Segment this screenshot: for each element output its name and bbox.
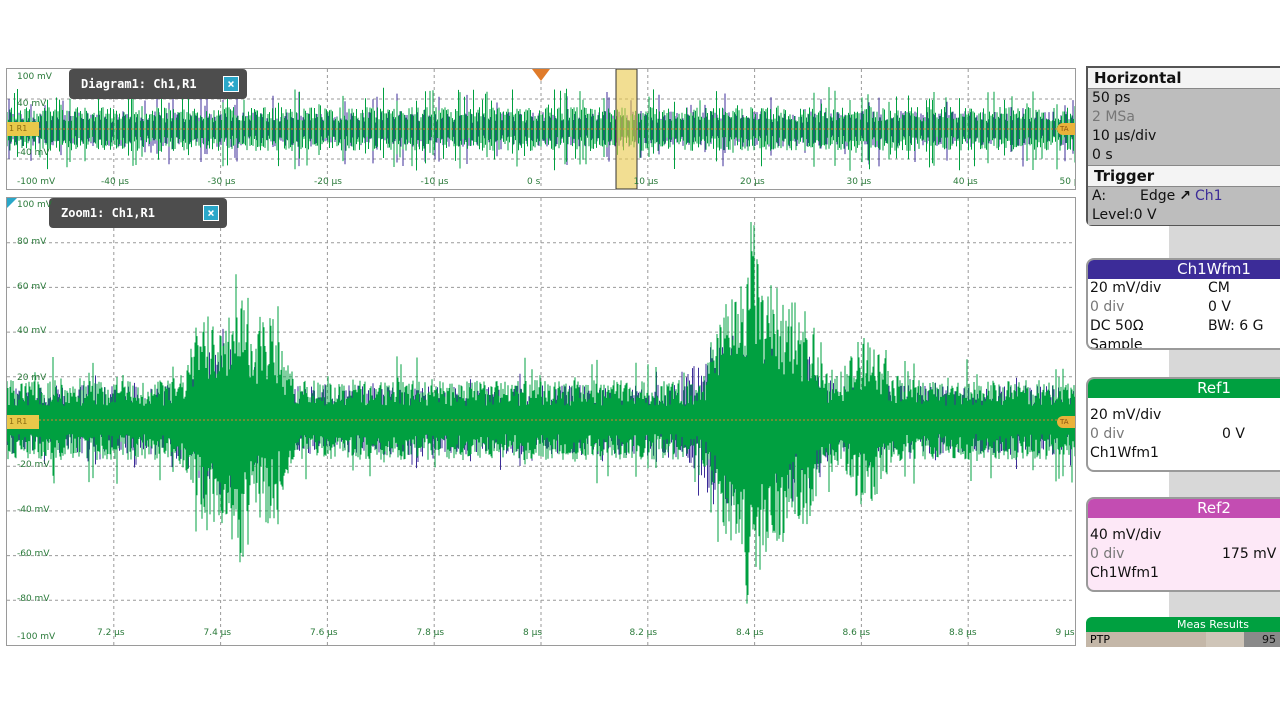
trigger-title: Trigger xyxy=(1088,165,1280,187)
zoom1-xlabel: 9 µs xyxy=(1055,628,1075,638)
ch1wfm1-scale: 20 mV/div xyxy=(1090,280,1162,296)
trigger-source-prefix: A: xyxy=(1092,188,1107,204)
zoom1-close-icon[interactable]: × xyxy=(203,205,219,221)
ch1wfm1-bandwidth: BW: 6 G xyxy=(1208,318,1264,334)
ref2-scale: 40 mV/div xyxy=(1090,527,1162,543)
horizontal-title: Horizontal xyxy=(1088,68,1280,89)
ref2-source: Ch1Wfm1 xyxy=(1090,565,1159,581)
ref1-card[interactable]: Ref1 20 mV/div 0 div 0 V Ch1Wfm1 xyxy=(1086,377,1280,472)
zoom1-xlabel: 7.6 µs xyxy=(310,628,338,638)
ref1-offset-div: 0 div xyxy=(1090,426,1125,442)
zoom1-ylabel: 60 mV xyxy=(17,282,47,292)
ref1-offset-v: 0 V xyxy=(1222,426,1245,442)
diagram1-trigger-marker[interactable]: TA xyxy=(1057,123,1075,135)
zoom1-xlabel: 8 µs xyxy=(523,628,543,638)
diagram1-xlabel: 10 µs xyxy=(633,177,659,187)
horizontal-position[interactable]: 0 s xyxy=(1088,146,1280,165)
horizontal-trigger-panel[interactable]: Horizontal 50 ps 2 MSa 10 µs/div 0 s Tri… xyxy=(1086,66,1280,226)
zoom1-waveform[interactable] xyxy=(7,198,1075,645)
zoom1-r1-marker[interactable]: 1 R1 xyxy=(7,415,39,429)
zoom1-xlabel: 7.2 µs xyxy=(97,628,125,638)
diagram1-xlabel: -20 µs xyxy=(314,177,342,187)
zoom1-ylabel: -100 mV xyxy=(17,632,56,642)
diagram1-zoom-area xyxy=(615,69,638,189)
diagram1-xlabel: -40 µs xyxy=(101,177,129,187)
meas-value: 95 xyxy=(1244,632,1280,647)
diagram1-ylabel-40: 40 mV xyxy=(17,99,47,109)
ch1wfm1-coupling-mode: CM xyxy=(1208,280,1230,296)
zoom1-tab-label: Zoom1: Ch1,R1 xyxy=(61,206,155,220)
ch1wfm1-coupling: DC 50Ω xyxy=(1090,318,1144,334)
trigger-type: Edge xyxy=(1140,188,1176,204)
zoom1-tab[interactable]: Zoom1: Ch1,R1 × xyxy=(49,198,227,228)
horizontal-time-scale[interactable]: 10 µs/div xyxy=(1088,127,1280,146)
trigger-position-icon xyxy=(532,69,550,81)
zoom1-xlabel: 8.6 µs xyxy=(842,628,871,638)
diagram1-xlabel: 40 µs xyxy=(953,177,978,187)
ch1wfm1-offset-div: 0 div xyxy=(1090,299,1125,315)
diagram1-xlabel: 20 µs xyxy=(740,177,765,187)
ref2-card[interactable]: Ref2 40 mV/div 0 div 175 mV Ch1Wfm1 xyxy=(1086,497,1280,592)
diagram1-xlabel: 50 µs xyxy=(1059,177,1076,187)
diagram1-xlabel: -30 µs xyxy=(207,177,236,187)
horizontal-sample-rate[interactable]: 2 MSa xyxy=(1088,108,1280,127)
zoom1-corner-icon xyxy=(7,198,17,208)
zoom1-panel[interactable]: Zoom1: Ch1,R1 × 1 R1 TA 7.2 µs 7.4 µs 7.6 … xyxy=(6,197,1076,646)
trigger-level[interactable]: Level:0 V xyxy=(1088,206,1280,225)
zoom1-ylabel: 20 mV xyxy=(17,373,47,383)
ref1-source: Ch1Wfm1 xyxy=(1090,445,1159,461)
diagram1-ylabel-neg100: -100 mV xyxy=(17,177,56,187)
ref2-offset-v: 175 mV xyxy=(1222,546,1277,562)
diagram1-tab[interactable]: Diagram1: Ch1,R1 × xyxy=(69,69,247,99)
diagram1-r1-marker[interactable]: 1 R1 xyxy=(7,122,39,136)
meas-results-panel[interactable]: Meas Results PTP 95 xyxy=(1086,617,1280,647)
diagram1-xlabel: -10 µs xyxy=(420,177,449,187)
diagram1-tab-label: Diagram1: Ch1,R1 xyxy=(81,77,197,91)
ref1-title: Ref1 xyxy=(1088,379,1280,398)
ch1wfm1-offset-v: 0 V xyxy=(1208,299,1231,315)
zoom1-xlabel: 8.8 µs xyxy=(949,628,977,638)
ch1wfm1-card[interactable]: Ch1Wfm1 20 mV/div CM 0 div 0 V DC 50Ω BW: 6… xyxy=(1086,258,1280,350)
diagram1-xlabel: 0 s xyxy=(527,177,541,187)
zoom1-xlabel: 8.2 µs xyxy=(629,628,658,638)
zoom1-xlabel: 8.4 µs xyxy=(736,628,764,638)
meas-results-title: Meas Results xyxy=(1086,617,1280,632)
zoom1-ylabel: 40 mV xyxy=(17,326,47,336)
diagram1-close-icon[interactable]: × xyxy=(223,76,239,92)
zoom1-xlabel: 7.8 µs xyxy=(416,628,445,638)
ref1-scale: 20 mV/div xyxy=(1090,407,1162,423)
diagram1-ylabel-neg40: -40 mV xyxy=(17,148,50,158)
diagram1-panel[interactable]: Diagram1: Ch1,R1 × 100 mV 40 mV -40 mV -… xyxy=(6,68,1076,190)
rising-edge-icon: ↗ xyxy=(1179,188,1191,204)
ref2-offset-div: 0 div xyxy=(1090,546,1125,562)
zoom1-xlabel: 7.4 µs xyxy=(203,628,232,638)
zoom1-ylabel: 80 mV xyxy=(17,237,47,247)
ch1wfm1-acq-mode: Sample xyxy=(1090,337,1143,350)
zoom1-ylabel: -80 mV xyxy=(17,594,50,604)
diagram1-xlabel: 30 µs xyxy=(846,177,872,187)
diagram1-ylabel-100: 100 mV xyxy=(17,72,52,82)
zoom1-ylabel: 100 mV xyxy=(17,200,52,210)
zoom1-trigger-marker[interactable]: TA xyxy=(1057,416,1075,428)
trigger-channel: Ch1 xyxy=(1194,188,1223,204)
trigger-setup[interactable]: A: Edge ↗ Ch1 xyxy=(1088,187,1280,206)
zoom1-ylabel: -20 mV xyxy=(17,460,50,470)
zoom1-ylabel: -40 mV xyxy=(17,505,50,515)
meas-name: PTP xyxy=(1086,632,1206,647)
zoom1-ylabel: -60 mV xyxy=(17,549,50,559)
horizontal-resolution[interactable]: 50 ps xyxy=(1088,89,1280,108)
ch1wfm1-title: Ch1Wfm1 xyxy=(1088,260,1280,279)
ref2-title: Ref2 xyxy=(1088,499,1280,518)
